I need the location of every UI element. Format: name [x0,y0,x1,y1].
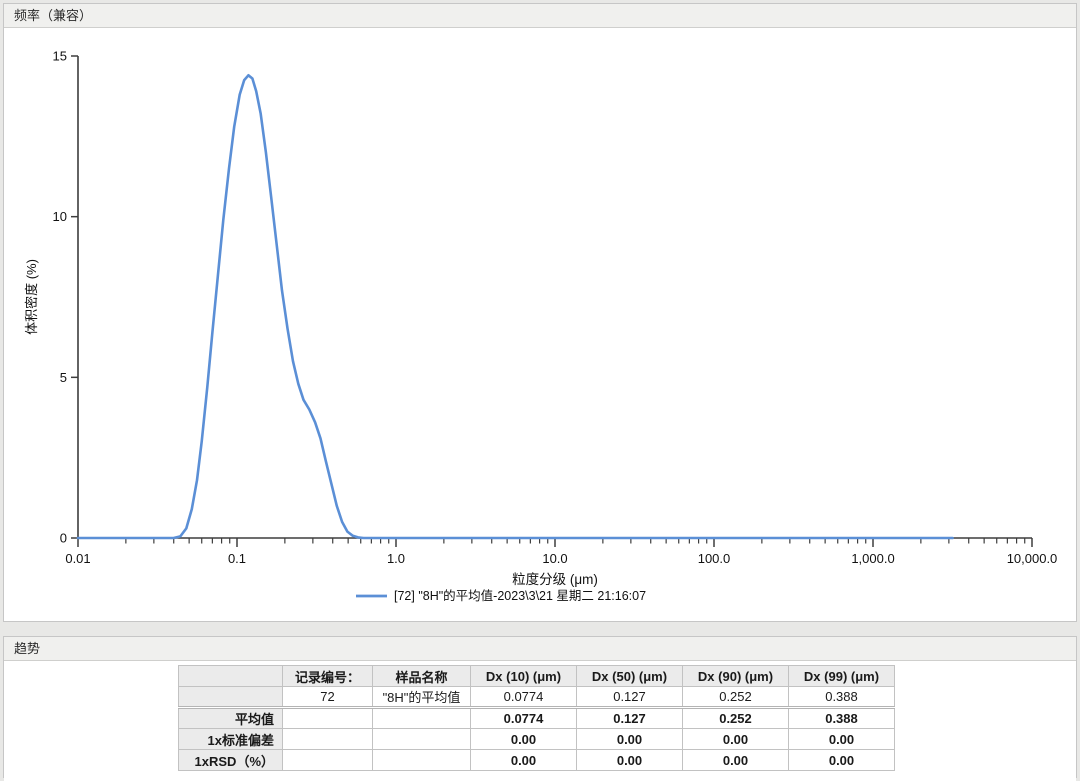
frequency-panel-header: 频率（兼容） [4,4,1076,28]
table-cell [372,728,471,750]
table-cell: 0.00 [788,749,895,771]
table-cell: 0.252 [682,686,789,708]
y-axis-label: 体积密度 (%) [24,259,39,335]
trend-table-area: 记录编号： 样品名称 Dx (10) (μm) Dx (50) (μm) Dx (90)… [4,665,1076,781]
record-row[interactable]: 72 "8H"的平均值 0.0774 0.127 0.252 0.388 [178,686,895,708]
x-tick-label: 10.0 [542,551,567,566]
x-axis-label: 粒度分级 (μm) [512,572,598,587]
legend-label: [72] "8H"的平均值-2023\3\21 星期二 21:16:07 [394,588,646,603]
stat-row: 平均值 0.0774 0.127 0.252 0.388 [178,706,895,729]
table-cell: 0.388 [788,706,895,729]
axes [77,56,1032,539]
table-cell [372,749,471,771]
y-tick-label: 0 [60,531,67,546]
frequency-chart[interactable]: 0 5 10 15 0.01 0.1 1.0 10.0 100.0 1,000.0 10,000.0… [4,28,1074,619]
table-cell [372,706,471,729]
trend-table-head: 记录编号： 样品名称 Dx (10) (μm) Dx (50) (μm) Dx (90)… [178,665,895,687]
row-label: 1xRSD（%） [178,749,283,771]
frequency-curve [76,74,954,540]
trend-corner-cell [178,665,283,687]
table-cell: 0.388 [788,686,895,708]
table-cell: 0.0774 [470,706,577,729]
y-tick-label: 15 [53,49,67,64]
stat-row: 1xRSD（%） 0.00 0.00 0.00 0.00 [178,749,895,771]
y-tick-label: 5 [60,370,67,385]
stat-row: 1x标准偏差 0.00 0.00 0.00 0.00 [178,728,895,750]
row-label [178,686,283,708]
table-cell: 0.00 [470,728,577,750]
trend-column-header: Dx (50) (μm) [576,665,683,687]
trend-column-header: Dx (90) (μm) [682,665,789,687]
table-cell: 0.00 [788,728,895,750]
trend-panel: 趋势 记录编号： 样品名称 Dx (10) (μm) Dx (50) (μm) Dx (… [3,636,1077,781]
table-cell [282,749,373,771]
x-tick-label: 100.0 [698,551,731,566]
frequency-chart-area: 0 5 10 15 0.01 0.1 1.0 10.0 100.0 1,000.0 10,000.0… [4,28,1076,621]
trend-table-body: 72 "8H"的平均值 0.0774 0.127 0.252 0.388 平均值 0.0774… [178,686,895,771]
trend-column-header: Dx (10) (μm) [470,665,577,687]
trend-header-row: 记录编号： 样品名称 Dx (10) (μm) Dx (50) (μm) Dx (90)… [178,665,895,687]
trend-panel-title: 趋势 [14,641,41,656]
x-tick-label: 1,000.0 [851,551,894,566]
table-cell: 72 [282,686,373,708]
table-cell: 0.00 [682,749,789,771]
table-cell: 0.127 [576,686,683,708]
table-cell: "8H"的平均值 [372,686,471,708]
frequency-panel: 频率（兼容） 0 5 10 15 0.01 0.1 1.0 10.0 100.0 1,000.0 1… [3,3,1077,622]
x-tick-label: 1.0 [387,551,405,566]
row-label: 1x标准偏差 [178,728,283,750]
x-tick-label: 0.01 [65,551,90,566]
table-cell: 0.00 [682,728,789,750]
table-cell: 0.127 [576,706,683,729]
table-cell: 0.252 [682,706,789,729]
x-tick-label: 10,000.0 [1007,551,1058,566]
table-cell [282,728,373,750]
row-label: 平均值 [178,706,283,729]
trend-table: 记录编号： 样品名称 Dx (10) (μm) Dx (50) (μm) Dx (90)… [178,665,895,771]
table-cell [282,706,373,729]
table-cell: 0.00 [576,749,683,771]
table-cell: 0.00 [470,749,577,771]
y-tick-label: 10 [53,209,67,224]
table-cell: 0.00 [576,728,683,750]
table-cell: 0.0774 [470,686,577,708]
trend-column-header: 记录编号： [282,665,373,687]
trend-column-header: 样品名称 [372,665,471,687]
trend-column-header: Dx (99) (μm) [788,665,895,687]
trend-panel-header: 趋势 [4,637,1076,661]
frequency-panel-title: 频率（兼容） [14,8,93,23]
x-tick-label: 0.1 [228,551,246,566]
